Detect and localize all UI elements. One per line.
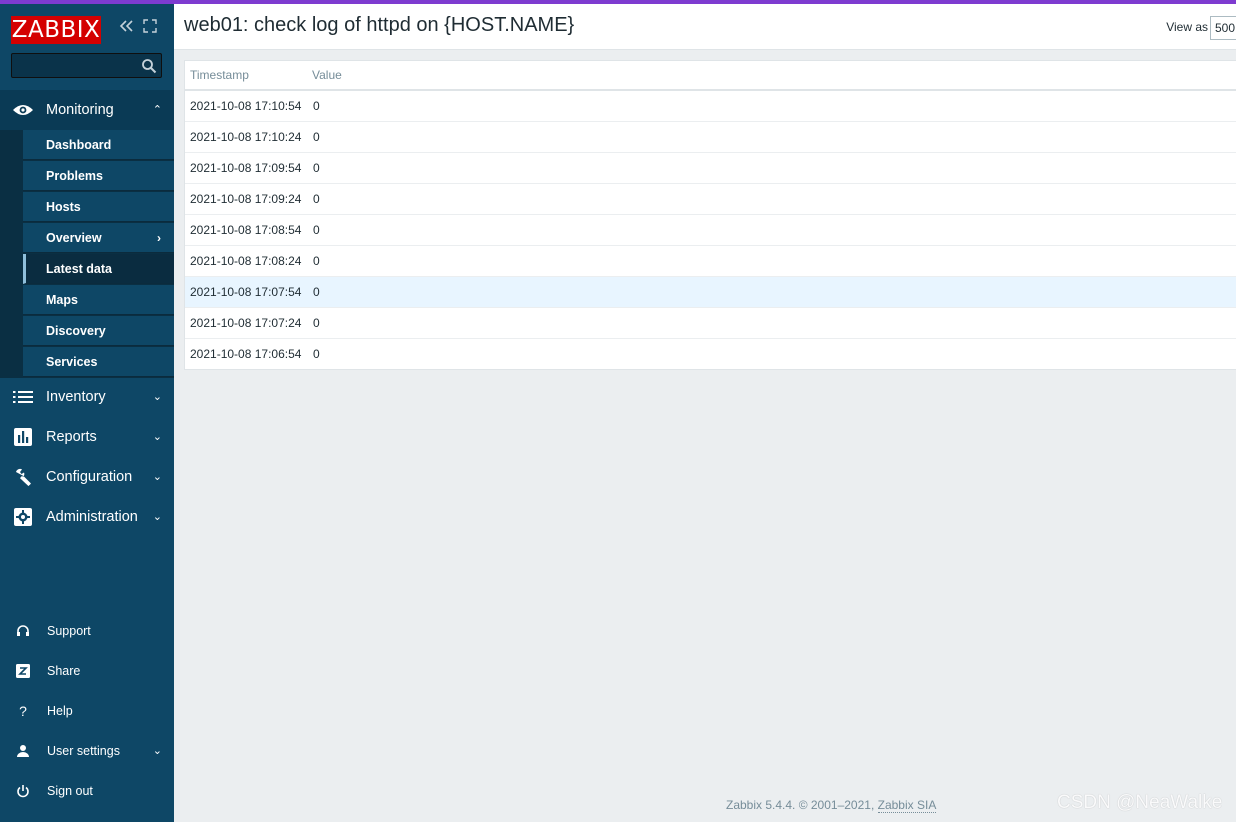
watermark: CSDN @NeaWalke [1057, 792, 1223, 813]
bar-chart-icon [12, 427, 34, 447]
nav-administration-label: Administration [46, 509, 138, 525]
nav-reports[interactable]: Reports ⌄ [0, 417, 174, 457]
footer-text: Zabbix 5.4.4. © 2001–2021, [726, 798, 878, 812]
nav-inventory[interactable]: Inventory ⌄ [0, 377, 174, 417]
nav-support[interactable]: Support [0, 611, 174, 651]
footer-link-zabbix-sia[interactable]: Zabbix SIA [877, 798, 937, 813]
nav-configuration[interactable]: Configuration ⌄ [0, 457, 174, 497]
nav-support-label: Support [47, 624, 91, 638]
nav-inventory-label: Inventory [46, 389, 106, 405]
table-row: 2021-10-08 17:10:24 0 [185, 122, 1236, 153]
chevron-right-icon: › [157, 231, 161, 245]
list-icon [12, 387, 34, 407]
chevron-down-icon: ⌄ [152, 471, 162, 483]
collapse-sidebar-icon[interactable] [117, 17, 135, 35]
table-row: 2021-10-08 17:07:24 0 [185, 308, 1236, 339]
nav-help[interactable]: ? Help [0, 691, 174, 731]
table-row: 2021-10-08 17:08:54 0 [185, 215, 1236, 246]
gear-icon [12, 507, 34, 527]
search-icon[interactable] [141, 58, 157, 74]
latest-values-table: Timestamp Value 2021-10-08 17:10:54 0 202… [184, 60, 1236, 370]
view-as-select[interactable]: 500 latest values [1210, 16, 1236, 40]
nav-sign-out-label: Sign out [47, 784, 93, 798]
chevron-up-icon: ⌃ [152, 104, 162, 116]
eye-icon [12, 100, 34, 120]
headset-icon [14, 622, 32, 640]
kiosk-mode-icon[interactable] [141, 17, 159, 35]
nav-monitoring-label: Monitoring [46, 102, 114, 118]
page-footer: Zabbix 5.4.4. © 2001–2021, Zabbix SIA [726, 798, 937, 813]
share-icon [14, 662, 32, 680]
nav-configuration-label: Configuration [46, 469, 133, 485]
sidebar: ZABBIX Monitoring ⌃ Dashboard Problems H… [0, 4, 174, 822]
table-row: 2021-10-08 17:09:24 0 [185, 184, 1236, 215]
page-title: web01: check log of httpd on {HOST.NAME} [184, 14, 575, 36]
view-as-label: View as [1166, 20, 1208, 34]
wrench-icon [12, 467, 34, 487]
table-row: 2021-10-08 17:06:54 0 [190, 347, 320, 361]
chevron-down-icon: ⌄ [152, 511, 162, 523]
table-row-highlighted: 2021-10-08 17:07:54 0 [185, 277, 1236, 308]
column-header-value: Value [312, 68, 342, 82]
chevron-down-icon: ⌄ [152, 391, 162, 403]
page-header: web01: check log of httpd on {HOST.NAME}… [174, 4, 1236, 50]
chevron-down-icon: ⌄ [152, 745, 162, 757]
nav-help-label: Help [47, 704, 73, 718]
sidebar-item-hosts[interactable]: Hosts [23, 192, 174, 222]
nav-sign-out[interactable]: Sign out [0, 771, 174, 811]
sidebar-item-overview[interactable]: Overview › [23, 223, 174, 253]
sidebar-item-problems[interactable]: Problems [23, 161, 174, 191]
nav-user-settings[interactable]: User settings ⌄ [0, 731, 174, 771]
nav-reports-label: Reports [46, 429, 97, 445]
sidebar-item-dashboard[interactable]: Dashboard [23, 130, 174, 160]
zabbix-logo[interactable]: ZABBIX [11, 16, 101, 44]
sidebar-item-discovery[interactable]: Discovery [23, 316, 174, 346]
table-row: 2021-10-08 17:09:54 0 [185, 153, 1236, 184]
sidebar-item-services[interactable]: Services [23, 347, 174, 377]
sidebar-item-maps[interactable]: Maps [23, 285, 174, 315]
search-input[interactable] [11, 53, 162, 78]
table-row: 2021-10-08 17:08:24 0 [185, 246, 1236, 277]
nav-user-settings-label: User settings [47, 744, 120, 758]
nav-share-label: Share [47, 664, 81, 678]
monitoring-submenu: Dashboard Problems Hosts Overview › Lates… [0, 130, 174, 378]
nav-share[interactable]: Share [0, 651, 174, 691]
nav-administration[interactable]: Administration ⌄ [0, 497, 174, 537]
sidebar-item-latest-data[interactable]: Latest data [23, 254, 174, 284]
chevron-down-icon: ⌄ [152, 431, 162, 443]
user-icon [14, 742, 32, 760]
table-row: 2021-10-08 17:10:54 0 [185, 91, 1236, 122]
nav-monitoring[interactable]: Monitoring ⌃ [0, 90, 174, 130]
power-icon [14, 782, 32, 800]
help-icon: ? [19, 703, 27, 719]
column-header-timestamp: Timestamp [190, 68, 249, 82]
